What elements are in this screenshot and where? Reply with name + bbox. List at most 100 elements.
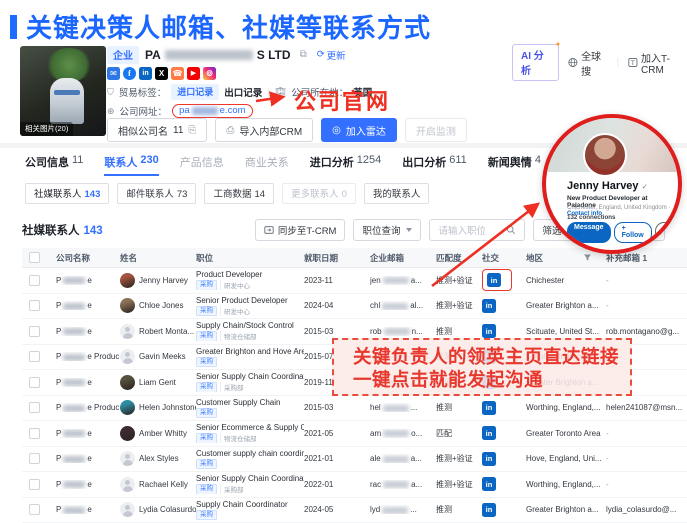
blurred-text <box>63 456 85 463</box>
email-cell: robn... <box>370 327 436 336</box>
company-cell: Pe <box>56 378 120 387</box>
linkedin-icon[interactable]: in <box>482 503 496 517</box>
linkedin-icon[interactable]: in <box>482 401 496 415</box>
job-title: Customer supply chain coordinator <box>196 449 300 459</box>
related-images-caption[interactable]: 相关图片(20) <box>20 122 73 136</box>
linkedin-icon[interactable]: in <box>482 426 496 440</box>
contact-name[interactable]: Lydia Colasurdo <box>139 505 196 514</box>
instagram-icon[interactable]: ⊚ <box>203 67 216 80</box>
match-cell: 推测 <box>436 326 482 337</box>
trade-label: 贸易标签： <box>119 85 167 99</box>
position-query-select[interactable]: 职位查询 <box>353 219 421 241</box>
select-all-checkbox[interactable] <box>29 252 40 263</box>
export-record-tag[interactable]: 出口记录 <box>224 85 262 99</box>
blurred-text <box>63 379 85 386</box>
import-crm-button[interactable]: ⎙导入内部CRM <box>215 118 313 142</box>
row-checkbox[interactable] <box>29 402 40 413</box>
contact-name[interactable]: Amber Whitty <box>139 429 187 438</box>
job-tags: 采购 <box>196 408 300 418</box>
name-cell: Alex Styles <box>120 451 196 466</box>
linkedin-note-annotation: 关键负责人的领英主页直达链接 一键点击就能发起沟通 <box>332 338 632 396</box>
contact-name[interactable]: Chloe Jones <box>139 301 183 310</box>
subtab-邮件联系人[interactable]: 邮件联系人73 <box>117 183 196 204</box>
company-prefix: P <box>56 454 61 463</box>
row-checkbox[interactable] <box>29 300 40 311</box>
region-cell: Worthing, England,... <box>526 403 606 412</box>
import-record-tag[interactable]: 进口记录 <box>171 84 219 100</box>
row-checkbox[interactable] <box>29 428 40 439</box>
email-icon[interactable]: ✉ <box>107 67 120 80</box>
contact-name[interactable]: Alex Styles <box>139 454 179 463</box>
similar-companies-button[interactable]: 相似公司名11⎘ <box>107 118 207 142</box>
contact-name[interactable]: Robert Monta... <box>139 327 194 336</box>
email-prefix: rac <box>370 480 381 489</box>
subtab-工商数据[interactable]: 工商数据14 <box>204 183 274 204</box>
copy-icon[interactable]: ⧉ <box>300 49 307 60</box>
contact-name[interactable]: Helen Johnstone <box>139 403 196 412</box>
sync-tcrm-button[interactable]: 同步至T-CRM <box>255 219 346 241</box>
global-search-button[interactable]: 全球搜 <box>568 48 607 78</box>
linkedin-icon[interactable]: in <box>482 324 496 338</box>
contact-name[interactable]: Gavin Meeks <box>139 352 186 361</box>
linkedin-icon[interactable]: in <box>482 477 496 491</box>
follow-button[interactable]: + Follow <box>614 222 652 243</box>
company-cell: Pe <box>56 480 120 489</box>
dept-tag: 采购 <box>196 306 217 316</box>
avatar <box>120 400 135 415</box>
tab-count: 230 <box>140 154 158 170</box>
email-suffix: ... <box>411 403 418 412</box>
more-button[interactable]: More <box>655 222 682 243</box>
position-search-input[interactable]: 请输入职位 <box>429 219 525 241</box>
x-icon[interactable]: X <box>155 67 168 80</box>
social-cell: in <box>482 401 526 415</box>
row-checkbox[interactable] <box>29 326 40 337</box>
email-prefix: hel <box>370 403 381 412</box>
filter-funnel-icon[interactable] <box>583 253 592 262</box>
linkedin-avatar[interactable] <box>583 133 627 177</box>
tab-公司信息[interactable]: 公司信息11 <box>25 154 83 174</box>
subtab-count: 143 <box>85 189 101 200</box>
email-suffix: ... <box>410 505 417 514</box>
join-tcrm-button[interactable]: T加入T-CRM <box>628 50 687 76</box>
company-website-link[interactable]: pae.com <box>172 104 252 118</box>
tab-商业关系[interactable]: 商业关系 <box>245 154 289 174</box>
dept-tag: 采购 <box>196 280 217 290</box>
tab-联系人[interactable]: 联系人230 <box>104 154 158 174</box>
tab-新闻舆情[interactable]: 新闻舆情4 <box>488 154 541 174</box>
tab-进口分析[interactable]: 进口分析1254 <box>310 154 381 174</box>
tab-出口分析[interactable]: 出口分析611 <box>402 154 467 174</box>
linkedin-icon[interactable]: in <box>482 452 496 466</box>
join-radar-button[interactable]: ◎加入雷达 <box>321 118 397 142</box>
top-actions: AI 分析✦ 全球搜 | T加入T-CRM <box>512 44 687 81</box>
facebook-icon[interactable]: f <box>123 67 136 80</box>
youtube-icon[interactable]: ▶ <box>187 67 200 80</box>
company-prefix: P <box>56 352 61 361</box>
email-suffix: a... <box>411 480 422 489</box>
subtab-社媒联系人[interactable]: 社媒联系人143 <box>25 183 109 204</box>
tab-产品信息[interactable]: 产品信息 <box>180 154 224 174</box>
subtab-更多联系人[interactable]: 更多联系人0 <box>282 183 356 204</box>
phone-icon[interactable]: ☎ <box>171 67 184 80</box>
ai-analysis-button[interactable]: AI 分析✦ <box>512 44 559 81</box>
row-checkbox[interactable] <box>29 377 40 388</box>
start-monitor-button[interactable]: 开启监测 <box>405 118 467 142</box>
linkedin-icon[interactable]: in <box>139 67 152 80</box>
linkedin-icon[interactable]: in <box>482 299 496 313</box>
message-button[interactable]: Message <box>567 222 611 243</box>
job-title: Greater Brighton and Hove Area <box>196 347 300 357</box>
row-checkbox[interactable] <box>29 453 40 464</box>
company-photo[interactable]: 相关图片(20) <box>20 46 106 136</box>
row-checkbox[interactable] <box>29 275 40 286</box>
contact-name[interactable]: Jenny Harvey <box>139 276 188 285</box>
row-checkbox[interactable] <box>29 504 40 515</box>
avatar <box>120 502 135 517</box>
linkedin-icon[interactable]: in <box>487 273 501 287</box>
name-cell: Jenny Harvey <box>120 273 196 288</box>
contact-name[interactable]: Liam Gent <box>139 378 176 387</box>
table-row: PeAmber WhittySenior Ecommerce & Supply … <box>22 421 687 447</box>
row-checkbox[interactable] <box>29 351 40 362</box>
row-checkbox[interactable] <box>29 479 40 490</box>
contact-name[interactable]: Rachael Kelly <box>139 480 188 489</box>
update-button[interactable]: ⟳更新 <box>317 48 346 62</box>
subtab-我的联系人[interactable]: 我的联系人 <box>364 183 430 204</box>
